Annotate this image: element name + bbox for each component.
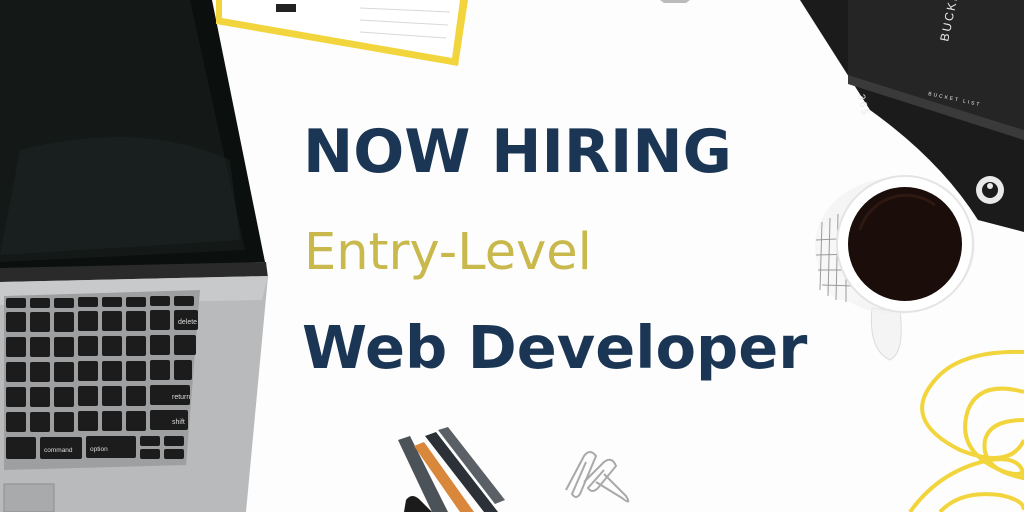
- pens: [398, 427, 505, 512]
- option-key-label: option: [90, 446, 108, 453]
- return-key-label: return: [172, 394, 190, 401]
- coffee-cup: [815, 175, 975, 361]
- yellow-wire-decoration: [908, 349, 1024, 512]
- command-key-label: command: [44, 447, 73, 454]
- headline: NOW HIRING: [303, 117, 732, 187]
- paper-clips: [565, 451, 630, 503]
- subheadline: Entry-Level: [304, 223, 592, 282]
- laptop: [0, 0, 268, 512]
- shift-key-label: shift: [172, 419, 185, 426]
- notepad: [216, 0, 468, 66]
- delete-key-label: delete: [178, 319, 197, 326]
- hiring-banner: delete return shift command option BUCKE…: [0, 0, 1024, 512]
- role-title: Web Developer: [302, 313, 808, 382]
